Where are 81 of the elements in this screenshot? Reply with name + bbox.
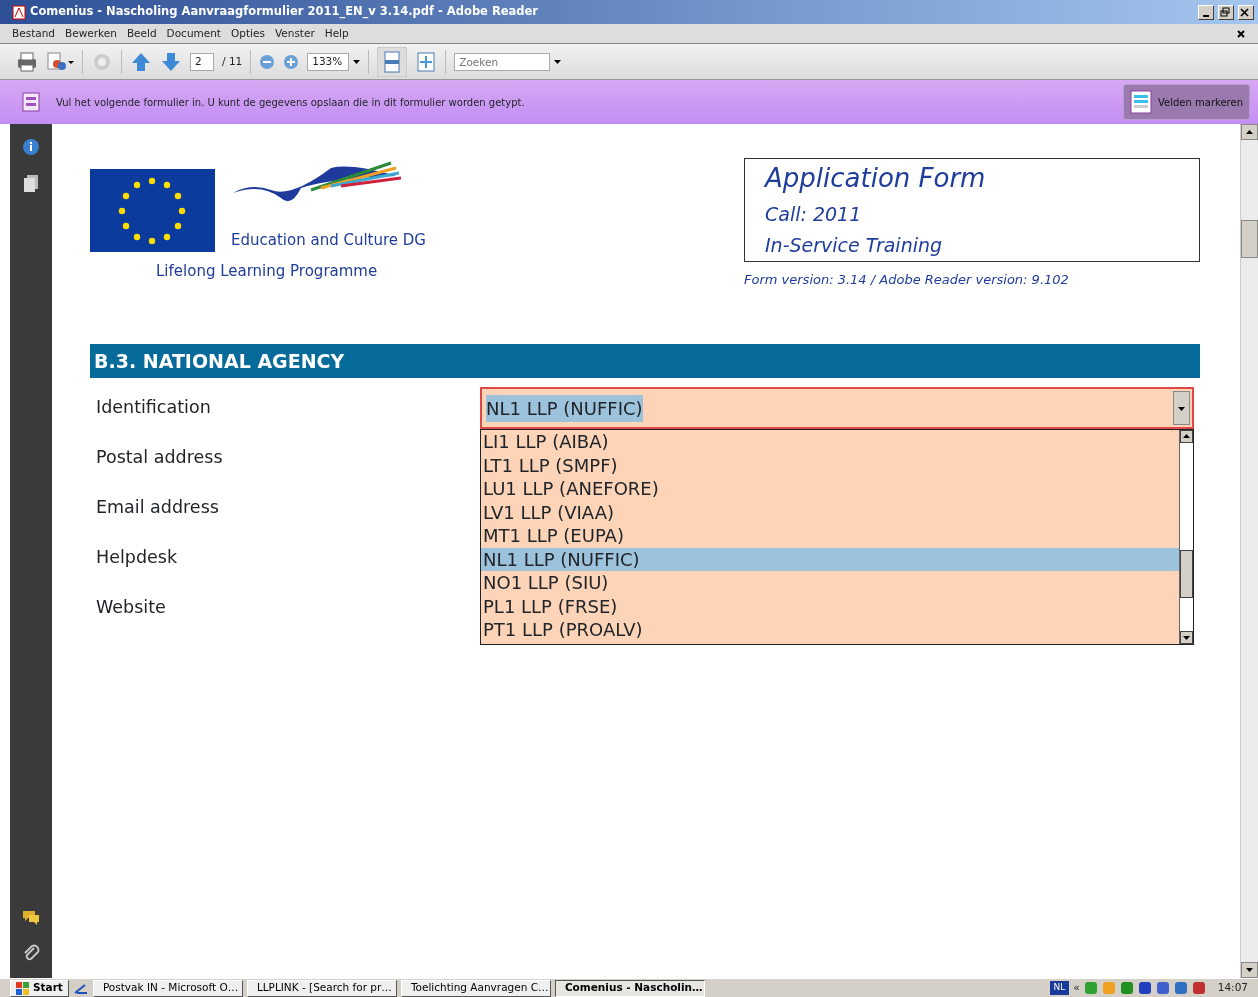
search-field[interactable]: Zoeken — [454, 52, 551, 71]
dropdown-option[interactable]: LU1 LLP (ANEFORE) — [481, 477, 1179, 501]
dropdown-option[interactable]: MT1 LLP (EUPA) — [481, 524, 1179, 548]
menu-item[interactable]: Help — [324, 25, 349, 42]
taskbar-button[interactable]: Toelichting Aanvragen C… — [400, 979, 551, 997]
dropdown-option[interactable]: NL1 LLP (NUFFIC) — [481, 547, 1179, 571]
menu-item[interactable]: Opties — [231, 25, 265, 42]
scroll-down-icon[interactable] — [1180, 631, 1193, 644]
menu-item[interactable]: Bestand — [12, 25, 55, 42]
dropdown-option[interactable]: LV1 LLP (VIAA) — [481, 500, 1179, 524]
minimize-icon — [1203, 15, 1209, 17]
field-label: Identification — [95, 396, 211, 419]
field-label: Email address — [95, 496, 219, 519]
printer-icon[interactable] — [16, 50, 38, 73]
section-heading: B.3. NATIONAL AGENCY — [90, 343, 1200, 378]
menu-item[interactable]: Beeld — [126, 25, 157, 42]
dropdown-option[interactable]: NO1 LLP (SIU) — [481, 571, 1179, 595]
scroll-thumb[interactable] — [1180, 550, 1193, 598]
fit-page-icon[interactable] — [415, 50, 438, 73]
agency-dropdown[interactable]: NL1 LLP (NUFFIC) — [480, 387, 1194, 429]
dropdown-option[interactable]: LI1 LLP (AIBA) — [481, 430, 1179, 454]
windows-logo-icon — [16, 981, 29, 995]
tray-icon[interactable] — [1191, 981, 1206, 995]
menu-item[interactable]: Bewerken — [65, 25, 117, 42]
menu-item[interactable]: Venster — [274, 25, 315, 42]
logo-caption: Education and Culture DG — [231, 230, 426, 251]
menu-item[interactable]: Document — [166, 25, 221, 42]
clock: 14:07 — [1216, 980, 1249, 996]
notice-text: Vul het volgende formulier in. U kunt de gegevens opslaan die in dit formulier worden getypt. — [56, 95, 526, 110]
logo-caption: Lifelong Learning Programme — [155, 260, 379, 282]
dropdown-option[interactable]: PL1 LLP (FRSE) — [481, 594, 1179, 618]
caret-icon[interactable] — [554, 59, 562, 64]
page-total: / 11 — [222, 53, 243, 69]
scroll-down-button[interactable] — [1241, 962, 1258, 978]
page-field[interactable]: 2 — [190, 52, 214, 71]
title-line: In-Service Training — [765, 232, 944, 258]
title-line: Application Form — [765, 162, 987, 195]
caret-icon — [353, 59, 361, 64]
field-label: Postal address — [95, 446, 223, 469]
tray-icon[interactable] — [1173, 981, 1188, 995]
pdf-icon — [12, 4, 26, 20]
close-icon — [1239, 6, 1250, 18]
field-label: Helpdesk — [95, 546, 178, 569]
taskbar-button[interactable]: Comenius - Nascholin… — [554, 979, 705, 997]
scroll-up-button[interactable] — [1241, 124, 1258, 140]
caret-icon — [1178, 407, 1185, 411]
eu-flag-icon — [90, 168, 215, 252]
tray-icon[interactable] — [1155, 981, 1170, 995]
arrow-down-icon[interactable] — [160, 50, 182, 73]
comments-icon[interactable] — [21, 908, 41, 926]
pages-icon[interactable] — [22, 174, 40, 192]
zoom-in-icon[interactable] — [283, 53, 300, 70]
expand-tray-button[interactable]: « — [1073, 980, 1080, 996]
caret-icon — [1245, 129, 1254, 135]
language-indicator[interactable]: NL — [1049, 981, 1070, 995]
dropdown-option[interactable]: PT1 LLP (PROALV) — [481, 618, 1179, 642]
dropdown-button[interactable] — [1173, 391, 1190, 425]
scroll-up-icon[interactable] — [1180, 430, 1193, 443]
zoom-out-icon[interactable] — [259, 53, 276, 70]
taskbar-button[interactable]: Postvak IN - Microsoft O… — [92, 979, 243, 997]
scroll-thumb[interactable] — [1241, 220, 1258, 258]
fit-width-icon[interactable] — [377, 46, 408, 77]
restore-button[interactable] — [1218, 4, 1234, 20]
close-icon[interactable] — [1236, 28, 1246, 39]
dropdown-option[interactable]: LT1 LLP (SMPF) — [481, 453, 1179, 477]
caret-icon — [1245, 967, 1254, 973]
restore-icon — [1219, 6, 1230, 18]
start-button[interactable]: Start — [10, 979, 69, 997]
form-fields-icon — [1130, 90, 1153, 114]
version-text: Form version: 3.14 / Adobe Reader version: 9.102 — [744, 271, 1070, 289]
taskbar-button[interactable]: LLPLINK - [Search for pr… — [246, 979, 397, 997]
title-line: Call: 2011 — [765, 202, 863, 227]
form-icon — [22, 92, 40, 112]
minimize-button[interactable] — [1198, 4, 1214, 20]
close-button[interactable] — [1238, 4, 1254, 20]
tray-icon[interactable] — [1119, 981, 1134, 995]
info-icon[interactable] — [22, 138, 40, 156]
highlight-fields-button[interactable]: Velden markeren — [1123, 84, 1250, 120]
tray-icon[interactable] — [1137, 981, 1152, 995]
field-label: Website — [95, 596, 166, 619]
window-title: Comenius - Nascholing Aanvraagformulier 2011_EN_v 3.14.pdf - Adobe Reader — [30, 3, 540, 21]
